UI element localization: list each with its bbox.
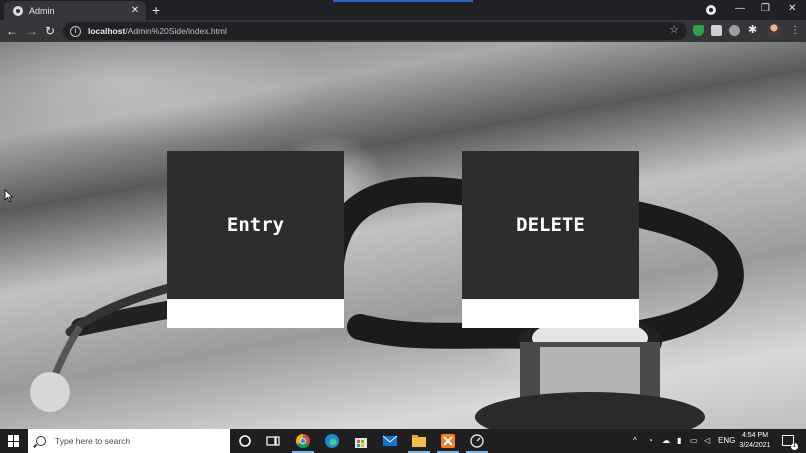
taskbar-search-box[interactable]: Type here to search bbox=[28, 429, 230, 453]
window-close-button[interactable]: ✕ bbox=[788, 2, 796, 16]
url-path: /Admin%20Side/index.html bbox=[125, 26, 227, 36]
forward-icon[interactable]: → bbox=[24, 23, 40, 39]
search-icon bbox=[36, 436, 46, 446]
edge-icon[interactable] bbox=[324, 433, 340, 449]
favicon-icon bbox=[13, 5, 23, 16]
volume-icon[interactable]: ◁ bbox=[704, 434, 710, 448]
extension-icon[interactable] bbox=[729, 25, 740, 36]
mail-icon[interactable] bbox=[382, 433, 398, 449]
page-background: Entry DELETE bbox=[0, 42, 806, 429]
url-host: localhost bbox=[88, 26, 126, 36]
shield-extension-icon[interactable] bbox=[693, 25, 704, 36]
delete-card-footer bbox=[462, 299, 639, 328]
kebab-icon[interactable]: ⋮ bbox=[790, 24, 800, 38]
chrome-icon[interactable] bbox=[295, 433, 311, 449]
app-icon[interactable] bbox=[469, 433, 485, 449]
clock-time: 4:54 PM bbox=[741, 432, 769, 439]
reload-icon[interactable]: ↻ bbox=[42, 23, 58, 39]
clock-date: 3/24/2021 bbox=[739, 442, 771, 449]
battery-icon[interactable]: ▭ bbox=[690, 434, 698, 448]
system-clock[interactable]: 4:54 PM 3/24/2021 bbox=[733, 431, 777, 451]
media-indicator-icon[interactable] bbox=[706, 5, 716, 15]
restore-button[interactable]: ❐ bbox=[761, 2, 770, 16]
microphone-icon[interactable]: ▮ bbox=[677, 434, 681, 448]
onedrive-icon[interactable]: ☁ bbox=[662, 434, 670, 448]
delete-label: DELETE bbox=[516, 214, 585, 236]
avatar[interactable] bbox=[767, 23, 781, 37]
xampp-icon[interactable] bbox=[440, 433, 456, 449]
star-icon[interactable]: ☆ bbox=[669, 23, 679, 36]
address-bar[interactable]: i localhost/Admin%20Side/index.html ☆ bbox=[63, 22, 687, 40]
notification-icon[interactable]: 1 bbox=[782, 435, 798, 450]
mouse-cursor-icon bbox=[4, 189, 14, 203]
window-drag-indicator bbox=[333, 0, 473, 2]
cortana-icon[interactable] bbox=[237, 433, 253, 449]
browser-tab-strip: Admin ✕ + — ❐ ✕ bbox=[0, 0, 806, 20]
windows-icon[interactable] bbox=[8, 435, 20, 447]
entry-card[interactable]: Entry bbox=[167, 151, 344, 328]
browser-toolbar: ← → ↻ i localhost/Admin%20Side/index.htm… bbox=[0, 20, 806, 42]
network-icon[interactable]: ◔ bbox=[648, 434, 653, 448]
entry-card-footer bbox=[167, 299, 344, 328]
file-explorer-icon[interactable] bbox=[411, 433, 427, 449]
url-text[interactable]: localhost/Admin%20Side/index.html bbox=[88, 26, 227, 36]
search-placeholder: Type here to search bbox=[55, 436, 131, 446]
notification-count: 1 bbox=[791, 443, 798, 450]
puzzle-icon[interactable]: ✱ bbox=[748, 25, 759, 36]
store-icon[interactable] bbox=[353, 433, 369, 449]
delete-card[interactable]: DELETE bbox=[462, 151, 639, 328]
taskview-icon[interactable] bbox=[265, 433, 281, 449]
taskbar: Type here to search ^ ◔ ☁ ▮ ▭ ◁ ENG 4:54… bbox=[0, 429, 806, 453]
tab-close-icon[interactable]: ✕ bbox=[129, 5, 141, 16]
chevron-up-icon[interactable]: ^ bbox=[633, 434, 637, 448]
back-icon[interactable]: ← bbox=[4, 23, 20, 39]
extension-icon[interactable] bbox=[711, 25, 722, 36]
info-icon[interactable]: i bbox=[70, 25, 81, 37]
browser-tab[interactable]: Admin ✕ bbox=[4, 1, 146, 20]
stethoscope-background-image bbox=[30, 176, 744, 429]
tab-title: Admin bbox=[29, 5, 55, 16]
entry-label: Entry bbox=[226, 214, 285, 236]
new-tab-button[interactable]: + bbox=[152, 2, 160, 18]
minimize-button[interactable]: — bbox=[735, 2, 745, 16]
